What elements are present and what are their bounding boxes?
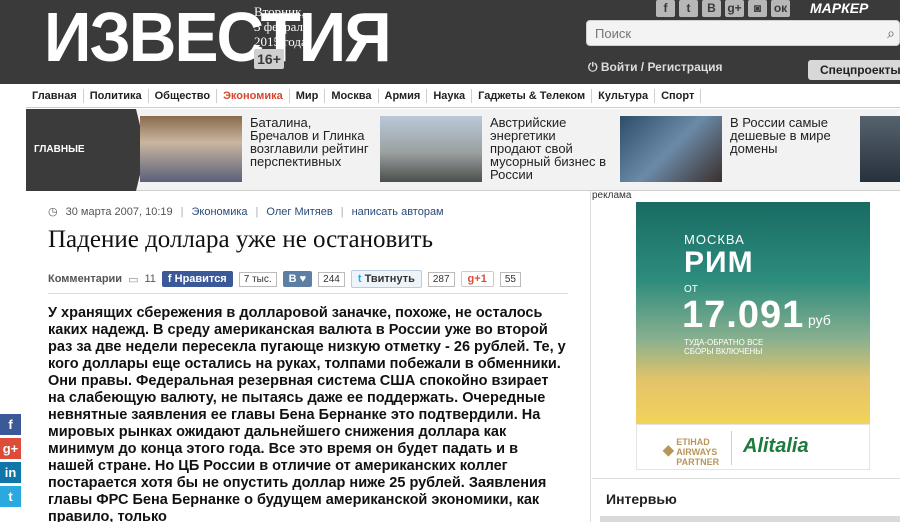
clock-icon: ◷ <box>48 206 58 218</box>
facebook-icon: f <box>167 273 175 285</box>
news-thumbnail[interactable] <box>380 116 482 182</box>
login-link[interactable]: ⏻ Войти / Регистрация <box>588 60 723 75</box>
ad-price: 17.091 <box>682 294 805 336</box>
google-plus-icon[interactable]: g+ <box>0 438 21 459</box>
comments-label[interactable]: Комментарии <box>48 273 122 285</box>
article-section-link[interactable]: Экономика <box>192 206 248 218</box>
top-news-item[interactable]: Баталина, Бречалов и Глинка возглавили р… <box>140 114 380 188</box>
top-news-item[interactable]: В России самые дешевые в мире домены <box>620 114 860 188</box>
nav-item[interactable]: Мир <box>290 88 326 103</box>
write-authors-link[interactable]: написать авторам <box>352 206 444 218</box>
google-plus-count: 55 <box>499 271 521 287</box>
nav-item[interactable]: Экономика <box>217 88 290 103</box>
share-bar: Комментарии ▭ 11 f Нравится 7 тыс. В ♥ 2… <box>48 270 521 288</box>
column-divider <box>590 191 591 522</box>
ad-city-to: РИМ <box>684 246 754 279</box>
advertisement-banner[interactable]: МОСКВА РИМ ОТ 17.091 руб ТУДА-ОБРАТНО ВС… <box>636 202 870 424</box>
article-author-link[interactable]: Олег Митяев <box>266 206 332 218</box>
interview-heading[interactable]: Интервью <box>606 491 677 507</box>
twitter-icon[interactable]: t <box>0 486 21 507</box>
linkedin-icon[interactable]: in <box>0 462 21 483</box>
article-date: 30 марта 2007, 10:19 <box>65 205 173 218</box>
article-title: Падение доллара уже не остановить <box>48 226 433 253</box>
tweet-button[interactable]: t Твитнуть <box>350 270 422 288</box>
vk-like-button[interactable]: В ♥ <box>282 271 313 287</box>
site-header: ИЗВЕСТИЯ Вторник, 3 февраля 2015 года 16… <box>0 0 900 84</box>
nav-item[interactable]: Культура <box>592 88 656 103</box>
marker-link[interactable]: МАРКЕР <box>810 0 868 16</box>
instagram-icon[interactable]: ◙ <box>748 0 767 17</box>
twitter-icon[interactable]: t <box>679 0 698 17</box>
vk-icon[interactable]: В <box>702 0 721 17</box>
nav-item[interactable]: Москва <box>325 88 379 103</box>
top-news-label[interactable]: ГЛАВНЫЕ НОВОСТИ <box>26 109 136 237</box>
top-news-strip: ГЛАВНЫЕ НОВОСТИ Баталина, Бречалов и Гли… <box>26 109 900 237</box>
alitalia-logo: Alitalia <box>743 435 809 457</box>
ad-city-from: МОСКВА <box>684 232 745 247</box>
nav-item[interactable]: Наука <box>427 88 473 103</box>
main-nav: Главная Политика Общество Экономика Мир Москв… <box>26 84 900 108</box>
nav-item[interactable]: Главная <box>26 88 84 103</box>
divider <box>48 293 568 294</box>
news-thumbnail[interactable] <box>140 116 242 182</box>
special-projects-button[interactable]: Спецпроекты <box>808 60 900 80</box>
etihad-wing-icon: ◆ <box>663 441 674 458</box>
google-plus-icon[interactable]: g+ <box>725 0 744 17</box>
nav-item[interactable]: Политика <box>84 88 149 103</box>
search-input[interactable] <box>587 21 899 45</box>
nav-item[interactable]: Общество <box>149 88 218 103</box>
ad-currency: руб <box>808 312 831 328</box>
ad-partners[interactable]: ◆ ETIHAD AIRWAYS PARTNER Alitalia <box>636 424 870 470</box>
top-news-item-partial[interactable] <box>860 114 900 188</box>
facebook-icon[interactable]: f <box>0 414 21 435</box>
top-news-item[interactable]: Австрийские энергетики продают свой мусо… <box>380 114 620 188</box>
article-body: У хранящих сбережения в долларовой занач… <box>48 305 566 522</box>
twitter-icon: t <box>357 273 365 285</box>
nav-item[interactable]: Спорт <box>655 88 702 103</box>
section-divider <box>592 478 900 479</box>
nav-item[interactable]: Армия <box>379 88 428 103</box>
ad-note: ТУДА-ОБРАТНО ВСЕ СБОРЫ ВКЛЮЧЕНЫ <box>684 338 764 356</box>
interview-preview-strip <box>600 516 900 522</box>
facebook-like-count: 7 тыс. <box>238 271 277 287</box>
search-icon[interactable]: ⌕ <box>887 25 895 42</box>
header-social-icons: f t В g+ ◙ ок <box>656 0 790 17</box>
odnoklassniki-icon[interactable]: ок <box>771 0 790 17</box>
facebook-like-button[interactable]: f Нравится <box>161 271 233 287</box>
heart-icon: ♥ <box>299 273 307 285</box>
current-date: Вторник, 3 февраля 2015 года <box>254 4 309 49</box>
power-icon: ⏻ <box>588 60 598 74</box>
tweet-count: 287 <box>427 271 455 287</box>
comments-count[interactable]: 11 <box>144 273 155 285</box>
search-box[interactable]: ⌕ <box>586 20 900 46</box>
etihad-logo: ◆ ETIHAD AIRWAYS PARTNER <box>663 437 720 467</box>
ad-label: реклама <box>592 190 632 201</box>
news-thumbnail[interactable] <box>620 116 722 182</box>
comment-icon[interactable]: ▭ <box>128 273 138 286</box>
site-logo[interactable]: ИЗВЕСТИЯ <box>44 0 392 76</box>
nav-item[interactable]: Гаджеты & Телеком <box>472 88 593 103</box>
facebook-icon[interactable]: f <box>656 0 675 17</box>
vk-like-count: 244 <box>318 271 345 287</box>
age-rating-badge: 16+ <box>254 49 284 69</box>
google-plus-one-button[interactable]: g+1 <box>460 271 494 287</box>
news-thumbnail[interactable] <box>860 116 900 182</box>
share-sidebar: f g+ in t <box>0 414 22 507</box>
article-meta: ◷ 30 марта 2007, 10:19 | Экономика | Оле… <box>48 205 444 219</box>
